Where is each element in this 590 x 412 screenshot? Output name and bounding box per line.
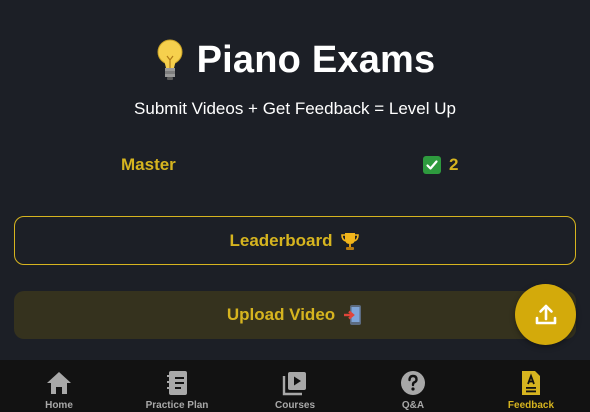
upload-video-button-label: Upload Video (226, 305, 336, 324)
trophy-icon (341, 232, 360, 250)
nav-label-courses: Courses (274, 400, 315, 411)
leaderboard-button[interactable]: Leaderboard (14, 216, 576, 265)
graded-document-icon (516, 368, 546, 398)
upload-icon (535, 304, 556, 324)
mobile-phone-arrow-icon (344, 305, 362, 325)
nav-item-feedback[interactable]: Feedback (472, 360, 590, 412)
level-status: Master 2 (0, 155, 590, 177)
nav-item-qa[interactable]: Q&A (354, 360, 472, 412)
check-mark-icon (423, 156, 441, 174)
nav-item-home[interactable]: Home (0, 360, 118, 412)
level-name: Master (121, 155, 176, 174)
level-count-group: 2 (423, 155, 458, 175)
page-subtitle: Submit Videos + Get Feedback = Level Up (134, 99, 456, 118)
page-header: Piano Exams (0, 38, 590, 82)
bottom-navigation: Home Practice Plan Courses Q&A Feedback (0, 360, 590, 412)
lightbulb-icon (157, 39, 183, 80)
nav-label-qa: Q&A (401, 400, 425, 411)
notebook-icon (162, 368, 192, 398)
video-library-icon (280, 368, 310, 398)
page-title: Piano Exams (196, 38, 436, 81)
nav-label-feedback: Feedback (507, 400, 555, 411)
question-icon (398, 368, 428, 398)
nav-item-courses[interactable]: Courses (236, 360, 354, 412)
upload-video-button[interactable]: Upload Video (14, 291, 576, 339)
nav-label-home: Home (45, 400, 73, 411)
nav-item-practice-plan[interactable]: Practice Plan (118, 360, 236, 412)
level-count: 2 (449, 155, 459, 174)
nav-label-practice-plan: Practice Plan (145, 400, 209, 411)
leaderboard-button-label: Leaderboard (229, 230, 333, 250)
upload-fab-button[interactable] (515, 284, 576, 345)
home-icon (44, 368, 74, 398)
